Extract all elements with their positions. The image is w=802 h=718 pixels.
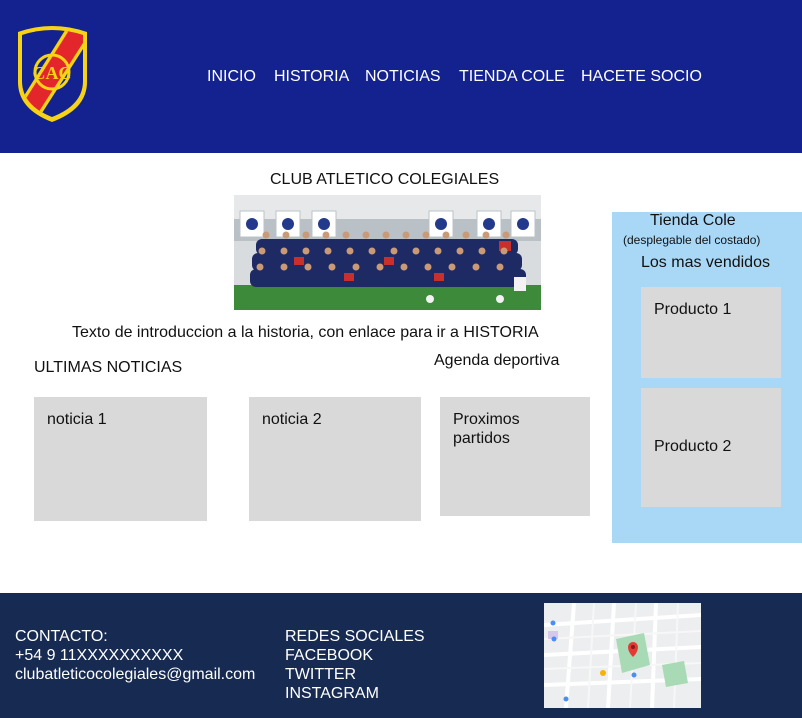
nav-tienda-cole[interactable]: TIENDA COLE bbox=[459, 67, 565, 87]
contact-phone[interactable]: +54 9 11XXXXXXXXXX bbox=[15, 646, 183, 665]
social-heading: REDES SOCIALES bbox=[285, 628, 425, 645]
site-header: CAC INICIO HISTORIA NOTICIAS TIENDA COLE… bbox=[0, 0, 802, 153]
nav-historia[interactable]: HISTORIA bbox=[274, 67, 349, 87]
news-card-2[interactable]: noticia 2 bbox=[249, 397, 421, 521]
product-label: Producto 1 bbox=[654, 301, 732, 318]
contact-label: CONTACTO: bbox=[15, 628, 108, 645]
shop-subtitle: (desplegable del costado) bbox=[623, 233, 761, 247]
agenda-card[interactable]: Proximos partidos bbox=[440, 397, 590, 516]
social-twitter-link[interactable]: TWITTER bbox=[285, 665, 356, 684]
team-photo bbox=[234, 195, 541, 310]
nav-inicio[interactable]: INICIO bbox=[207, 67, 256, 87]
best-sellers-heading: Los mas vendidos bbox=[641, 254, 770, 271]
news-card-label: noticia 1 bbox=[47, 411, 107, 428]
news-card-label: noticia 2 bbox=[262, 411, 322, 428]
news-heading: ULTIMAS NOTICIAS bbox=[34, 359, 183, 376]
main-nav: INICIO HISTORIA NOTICIAS TIENDA COLE HAC… bbox=[0, 67, 802, 89]
location-map[interactable] bbox=[544, 603, 701, 708]
product-card-1[interactable]: Producto 1 bbox=[641, 287, 781, 378]
product-label: Producto 2 bbox=[654, 438, 732, 455]
agenda-card-label: Proximos partidos bbox=[453, 411, 520, 447]
page-title: CLUB ATLETICO COLEGIALES bbox=[270, 171, 500, 188]
news-card-1[interactable]: noticia 1 bbox=[34, 397, 207, 521]
nav-noticias[interactable]: NOTICIAS bbox=[365, 67, 441, 87]
nav-hacete-socio[interactable]: HACETE SOCIO bbox=[581, 67, 702, 87]
agenda-heading: Agenda deportiva bbox=[434, 352, 560, 369]
social-instagram-link[interactable]: INSTAGRAM bbox=[285, 684, 379, 703]
product-card-2[interactable]: Producto 2 bbox=[641, 388, 781, 507]
history-intro-link[interactable]: Texto de introduccion a la historia, con… bbox=[72, 324, 539, 342]
social-facebook-link[interactable]: FACEBOOK bbox=[285, 646, 373, 665]
contact-email[interactable]: clubatleticocolegiales@gmail.com bbox=[15, 665, 255, 684]
shop-title[interactable]: Tienda Cole bbox=[650, 212, 736, 230]
